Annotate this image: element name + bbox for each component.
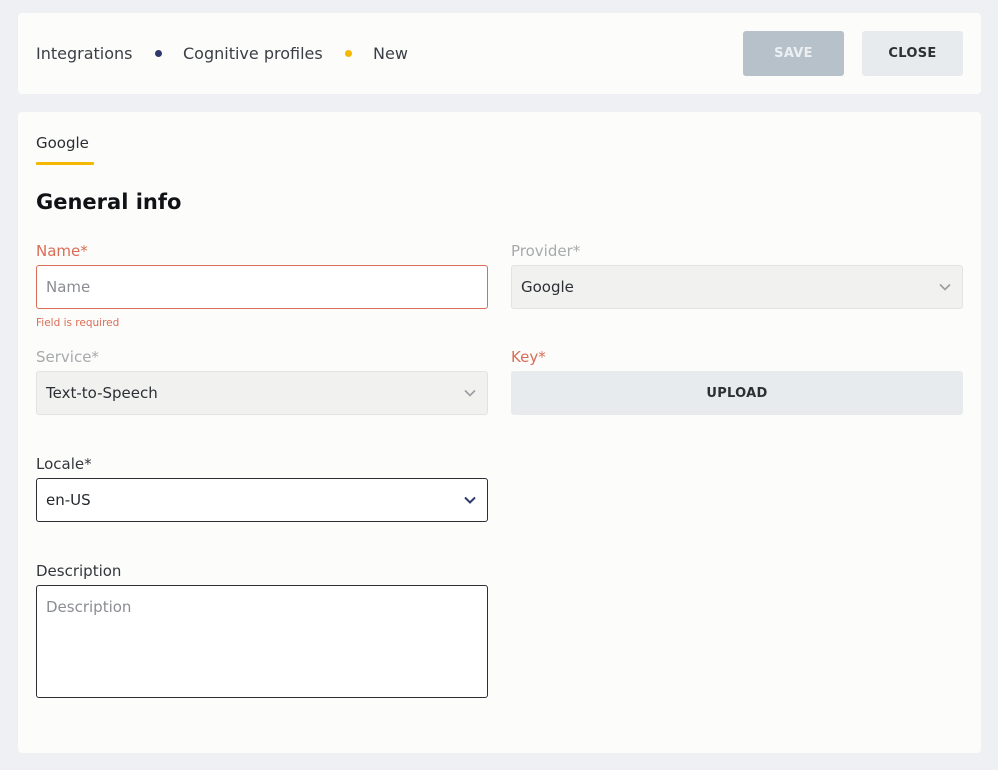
chevron-down-icon <box>464 389 476 397</box>
section-title: General info <box>36 190 182 214</box>
tab-active-indicator <box>36 162 94 165</box>
description-textarea[interactable] <box>36 585 488 698</box>
description-label: Description <box>36 562 122 580</box>
form-panel: Google General info Name* Field is requi… <box>18 112 981 753</box>
chevron-down-icon <box>464 496 476 504</box>
breadcrumb-cognitive-profiles[interactable]: Cognitive profiles <box>183 13 323 94</box>
service-select: Text-to-Speech <box>36 371 488 415</box>
provider-select: Google <box>511 265 963 309</box>
breadcrumb-integrations[interactable]: Integrations <box>36 13 133 94</box>
locale-select[interactable]: en-US <box>36 478 488 522</box>
key-label: Key* <box>511 348 546 366</box>
breadcrumb-new: New <box>373 44 408 63</box>
chevron-down-icon <box>939 283 951 291</box>
breadcrumb-separator-dot-current <box>345 50 352 57</box>
provider-value: Google <box>521 278 574 296</box>
save-button[interactable]: SAVE <box>743 31 844 76</box>
upload-button[interactable]: UPLOAD <box>511 371 963 415</box>
breadcrumb-separator-dot <box>155 50 162 57</box>
locale-value: en-US <box>46 491 91 509</box>
service-label: Service* <box>36 348 99 366</box>
close-button[interactable]: CLOSE <box>862 31 963 76</box>
service-value: Text-to-Speech <box>46 384 158 402</box>
tab-google[interactable]: Google <box>36 134 89 152</box>
name-input[interactable] <box>36 265 488 309</box>
locale-label: Locale* <box>36 455 92 473</box>
name-error-message: Field is required <box>36 317 120 329</box>
name-label: Name* <box>36 242 88 260</box>
provider-label: Provider* <box>511 242 581 260</box>
header-bar: Integrations Cognitive profiles New SAVE… <box>18 13 981 94</box>
